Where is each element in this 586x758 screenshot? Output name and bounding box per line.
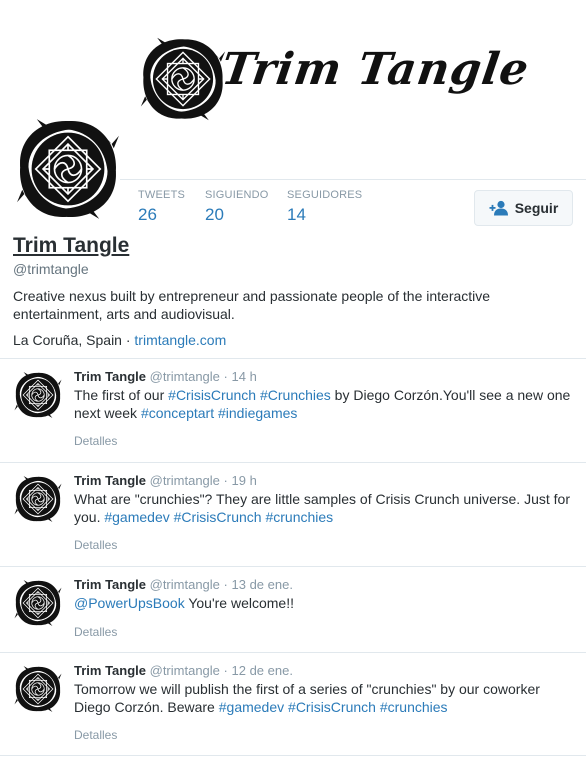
stat-following[interactable]: SIGUIENDO 20 xyxy=(205,189,269,225)
tweet-author-handle[interactable]: @trimtangle xyxy=(150,577,220,592)
trim-tangle-logo-icon xyxy=(140,37,226,121)
stat-followers[interactable]: SEGUIDORES 14 xyxy=(287,189,362,225)
profile-website-link[interactable]: trimtangle.com xyxy=(134,332,226,348)
tweet-text: The first of our #CrisisCrunch #Crunchie… xyxy=(74,386,579,422)
stat-following-value: 20 xyxy=(205,205,224,224)
hashtag-link[interactable]: #indiegames xyxy=(218,405,297,421)
follow-button-label: Seguir xyxy=(514,200,559,216)
tweet-separator: · xyxy=(223,369,228,384)
mention-link[interactable]: @PowerUpsBook xyxy=(74,595,185,611)
tweet-author-handle[interactable]: @trimtangle xyxy=(150,369,220,384)
tweet-header: Trim Tangle @trimtangle · 13 de ene. xyxy=(74,577,293,592)
tweet-author-name[interactable]: Trim Tangle xyxy=(74,663,146,678)
add-user-icon xyxy=(489,200,508,216)
stat-tweets-value: 26 xyxy=(138,205,157,224)
hashtag-link[interactable]: #gamedev xyxy=(104,509,169,525)
tweet-author-handle[interactable]: @trimtangle xyxy=(150,663,220,678)
tweet-timestamp[interactable]: 14 h xyxy=(232,369,257,384)
follow-button[interactable]: Seguir xyxy=(474,190,573,226)
profile-bio: Creative nexus built by entrepreneur and… xyxy=(13,288,491,322)
profile-name[interactable]: Trim Tangle xyxy=(13,234,129,258)
timeline-bottom-divider xyxy=(0,755,586,756)
tweet-text: What are "crunchies"? They are little sa… xyxy=(74,490,579,526)
tweet-details-link[interactable]: Detalles xyxy=(74,625,117,639)
stat-followers-label: SEGUIDORES xyxy=(287,189,363,201)
tweet-header: Trim Tangle @trimtangle · 12 de ene. xyxy=(74,663,293,678)
hashtag-link[interactable]: #CrisisCrunch xyxy=(174,509,262,525)
tweet-timestamp[interactable]: 13 de ene. xyxy=(232,577,293,592)
tweet-avatar[interactable] xyxy=(14,371,62,419)
profile-location: La Coruña, Spain xyxy=(13,332,122,348)
tweet-text-segment: You're welcome!! xyxy=(184,595,294,611)
tweet-header: Trim Tangle @trimtangle · 19 h xyxy=(74,473,257,488)
tweet-text: Tomorrow we will publish the first of a … xyxy=(74,680,579,716)
profile-meta-separator: · xyxy=(125,332,131,348)
hashtag-link[interactable]: #conceptart xyxy=(141,405,214,421)
stat-followers-value: 14 xyxy=(287,205,306,224)
tweet-avatar[interactable] xyxy=(14,579,62,627)
stat-tweets-label: TWEETS xyxy=(138,189,186,201)
tweet-separator: · xyxy=(223,663,228,678)
tweet-avatar[interactable] xyxy=(14,475,62,523)
tweet-author-name[interactable]: Trim Tangle xyxy=(74,577,146,592)
stat-tweets[interactable]: TWEETS 26 xyxy=(138,189,185,225)
hashtag-link[interactable]: #CrisisCrunch xyxy=(288,699,376,715)
tweet-separator: · xyxy=(223,577,228,592)
hashtag-link[interactable]: #crunchies xyxy=(265,509,333,525)
tweet-avatar[interactable] xyxy=(14,665,62,713)
tweet-timestamp[interactable]: 12 de ene. xyxy=(232,663,293,678)
hashtag-link[interactable]: #gamedev xyxy=(219,699,284,715)
tweet-item[interactable]: Trim Tangle @trimtangle · 13 de ene. @Po… xyxy=(0,566,586,652)
profile-meta: La Coruña, Spain · trimtangle.com xyxy=(13,332,226,348)
tweet-details-link[interactable]: Detalles xyxy=(74,434,117,448)
tweet-separator: · xyxy=(223,473,228,488)
tweet-text-segment: The first of our xyxy=(74,387,169,403)
tweet-item[interactable]: Trim Tangle @trimtangle · 12 de ene. Tom… xyxy=(0,652,586,755)
banner-title: Trim Tangle xyxy=(218,44,533,95)
profile-handle: @trimtangle xyxy=(13,261,89,277)
hashtag-link[interactable]: #CrisisCrunch xyxy=(168,387,256,403)
profile-avatar[interactable] xyxy=(13,117,123,221)
tweet-header: Trim Tangle @trimtangle · 14 h xyxy=(74,369,257,384)
hashtag-link[interactable]: #crunchies xyxy=(380,699,448,715)
tweet-text: @PowerUpsBook You're welcome!! xyxy=(74,594,579,612)
profile-nav-divider xyxy=(120,179,586,180)
hashtag-link[interactable]: #Crunchies xyxy=(260,387,331,403)
tweet-author-name[interactable]: Trim Tangle xyxy=(74,473,146,488)
tweet-item[interactable]: Trim Tangle @trimtangle · 19 h What are … xyxy=(0,462,586,566)
tweet-timestamp[interactable]: 19 h xyxy=(232,473,257,488)
stat-following-label: SIGUIENDO xyxy=(205,189,269,201)
tweet-author-handle[interactable]: @trimtangle xyxy=(150,473,220,488)
tweet-details-link[interactable]: Detalles xyxy=(74,728,117,742)
tweet-author-name[interactable]: Trim Tangle xyxy=(74,369,146,384)
tweet-details-link[interactable]: Detalles xyxy=(74,538,117,552)
tweet-item[interactable]: Trim Tangle @trimtangle · 14 h The first… xyxy=(0,358,586,462)
